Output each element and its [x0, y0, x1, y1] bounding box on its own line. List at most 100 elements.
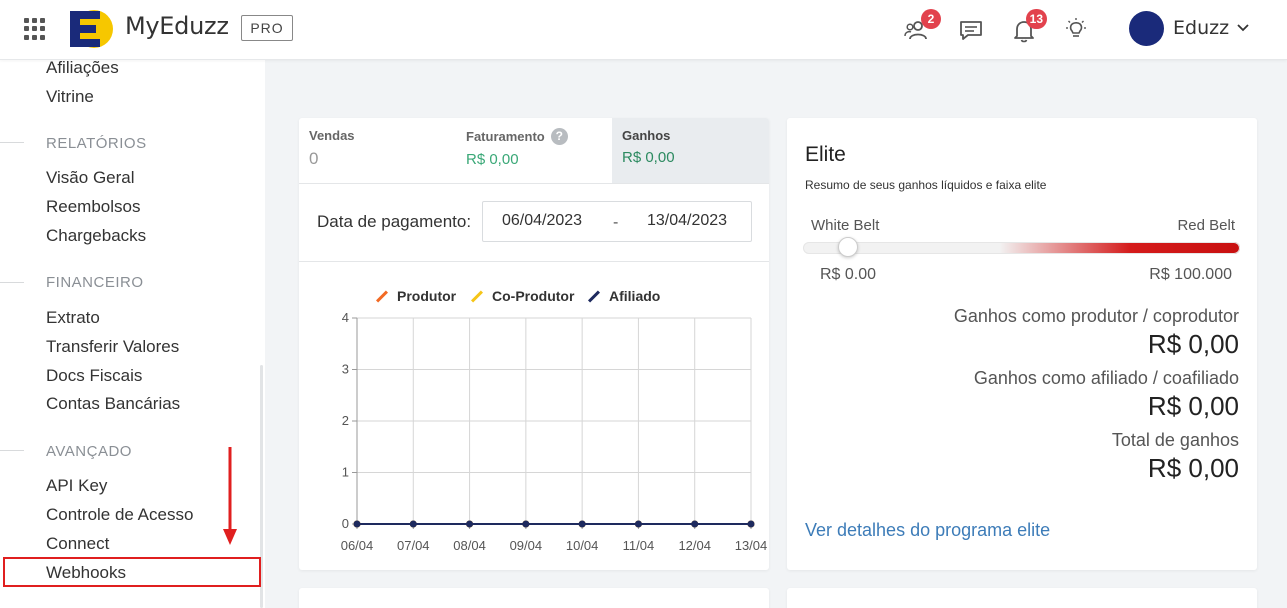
belt-min-value: R$ 0.00	[820, 266, 877, 283]
data-point-afiliado	[747, 520, 755, 528]
data-point-afiliado	[634, 520, 642, 528]
y-tick-label: 1	[342, 465, 349, 480]
affiliate-earnings-value: R$ 0,00	[1147, 391, 1239, 421]
legend-label: Co-Produtor	[492, 288, 575, 304]
sidebar-item-api-key[interactable]: API Key	[46, 476, 107, 496]
stat-label: Faturamento	[466, 129, 545, 144]
sidebar-item-transferir-valores[interactable]: Transferir Valores	[46, 337, 179, 357]
webhooks-highlight-box	[3, 557, 261, 587]
chat-icon	[960, 21, 982, 40]
stat-ganhos[interactable]: Ganhos R$ 0,00	[612, 118, 769, 183]
x-tick-label: 07/04	[397, 538, 430, 553]
sidebar-item-connect[interactable]: Connect	[46, 534, 109, 554]
data-point-afiliado	[522, 520, 530, 528]
x-tick-label: 09/04	[510, 538, 543, 553]
user-avatar[interactable]	[1129, 11, 1164, 46]
help-icon[interactable]: ?	[550, 128, 568, 145]
lightbulb-icon	[1066, 18, 1086, 37]
section-divider	[0, 142, 24, 143]
sidebar-item-vitrine[interactable]: Vitrine	[46, 87, 94, 107]
section-divider	[0, 450, 24, 451]
x-tick-label: 12/04	[678, 538, 711, 553]
x-tick-label: 13/04	[735, 538, 768, 553]
section-title-avancado: AVANÇADO	[46, 443, 132, 460]
top-bar: MyEduzz PRO 2 13 Eduzz	[0, 0, 1287, 60]
legend-item-produtor[interactable]: Produtor	[375, 288, 456, 304]
elite-subtitle: Resumo de seus ganhos líquidos e faixa e…	[805, 178, 1047, 192]
stat-label: Ganhos	[622, 128, 671, 143]
legend-item-co-produtor[interactable]: Co-Produtor	[470, 288, 574, 304]
date-label: Data de pagamento:	[317, 212, 472, 231]
eduzz-logo[interactable]	[70, 9, 114, 49]
date-separator: -	[613, 214, 619, 231]
brand-name[interactable]: MyEduzz	[125, 12, 229, 40]
date-from-input[interactable]: 06/04/2023	[502, 212, 582, 230]
legend-label: Produtor	[397, 288, 457, 304]
sidebar-item-afiliacoes[interactable]: Afiliações	[46, 58, 119, 78]
belt-slider-knob[interactable]	[838, 237, 858, 257]
chevron-down-icon[interactable]	[1236, 21, 1250, 35]
theme-toggle-button[interactable]	[1062, 16, 1090, 44]
apps-grid-icon[interactable]	[24, 18, 46, 40]
sidebar-item-docs-fiscais[interactable]: Docs Fiscais	[46, 366, 142, 386]
sidebar-item-extrato[interactable]: Extrato	[46, 308, 100, 328]
earnings-line-chart: 0 1 2 3 4 06/04 07/04 08/04 09/04 10/04 11/04 12/04…	[341, 310, 768, 553]
divider	[299, 261, 769, 262]
stat-label-row: Faturamento ?	[466, 128, 602, 145]
data-point-afiliado	[409, 520, 417, 528]
sidebar-item-reembolsos[interactable]: Reembolsos	[46, 197, 141, 217]
total-earnings-value: R$ 0,00	[1147, 453, 1239, 483]
producer-earnings-label: Ganhos como produtor / coprodutor	[953, 306, 1239, 326]
x-tick-label: 08/04	[453, 538, 486, 553]
notifications-count-badge: 13	[1025, 9, 1047, 29]
affiliates-button[interactable]: 2	[904, 9, 941, 44]
x-tick-label: 10/04	[566, 538, 599, 553]
data-point-afiliado	[466, 520, 474, 528]
section-title-financeiro: FINANCEIRO	[46, 274, 144, 291]
y-tick-label: 4	[342, 310, 349, 325]
belt-right-label: Red Belt	[1177, 217, 1235, 234]
legend-item-afiliado[interactable]: Afiliado	[587, 288, 660, 304]
legend-label: Afiliado	[609, 288, 661, 304]
belt-progress-bar	[803, 242, 1240, 254]
stat-faturamento[interactable]: Faturamento ? R$ 0,00	[456, 118, 612, 183]
data-point-afiliado	[691, 520, 699, 528]
divider	[299, 183, 769, 184]
elite-title: Elite	[805, 143, 846, 166]
producer-earnings-value: R$ 0,00	[1147, 329, 1239, 359]
user-name[interactable]: Eduzz	[1173, 17, 1229, 39]
stat-vendas[interactable]: Vendas 0	[299, 118, 456, 183]
y-tick-label: 0	[342, 516, 349, 531]
x-tick-label: 11/04	[623, 538, 655, 553]
plan-badge: PRO	[241, 15, 293, 41]
affiliates-count-badge: 2	[921, 9, 941, 29]
total-earnings-label: Total de ganhos	[1111, 430, 1239, 450]
stat-label: Vendas	[309, 128, 355, 143]
belt-left-label: White Belt	[811, 217, 880, 234]
stat-value: R$ 0,00	[466, 151, 519, 168]
belt-max-value: R$ 100.000	[1149, 266, 1232, 283]
date-range-picker[interactable]: 06/04/2023 - 13/04/2023	[482, 201, 752, 242]
notifications-button[interactable]: 13	[1010, 9, 1047, 44]
data-point-afiliado	[578, 520, 586, 528]
sidebar-item-controle-de-acesso[interactable]: Controle de Acesso	[46, 505, 193, 525]
x-tick-label: 06/04	[341, 538, 374, 553]
sidebar-item-chargebacks[interactable]: Chargebacks	[46, 226, 146, 246]
y-tick-label: 3	[342, 362, 349, 377]
stat-value: R$ 0,00	[622, 149, 675, 166]
messages-button[interactable]	[957, 16, 985, 44]
earnings-card: Vendas 0 Faturamento ? R$ 0,00 Ganhos R$…	[299, 118, 769, 570]
sidebar-item-visao-geral[interactable]: Visão Geral	[46, 168, 135, 188]
legend-swatch	[587, 289, 601, 303]
data-point-afiliado	[353, 520, 361, 528]
section-divider	[0, 282, 24, 283]
date-to-input[interactable]: 13/04/2023	[647, 212, 727, 230]
stat-value: 0	[309, 149, 319, 168]
elite-details-link[interactable]: Ver detalhes do programa elite	[805, 520, 1050, 541]
affiliate-earnings-label: Ganhos como afiliado / coafiliado	[973, 368, 1239, 388]
sidebar-item-contas-bancarias[interactable]: Contas Bancárias	[46, 394, 180, 414]
bottom-card-left	[299, 588, 769, 608]
section-title-relatorios: RELATÓRIOS	[46, 135, 147, 152]
legend-swatch	[375, 289, 389, 303]
legend-swatch	[470, 289, 484, 303]
